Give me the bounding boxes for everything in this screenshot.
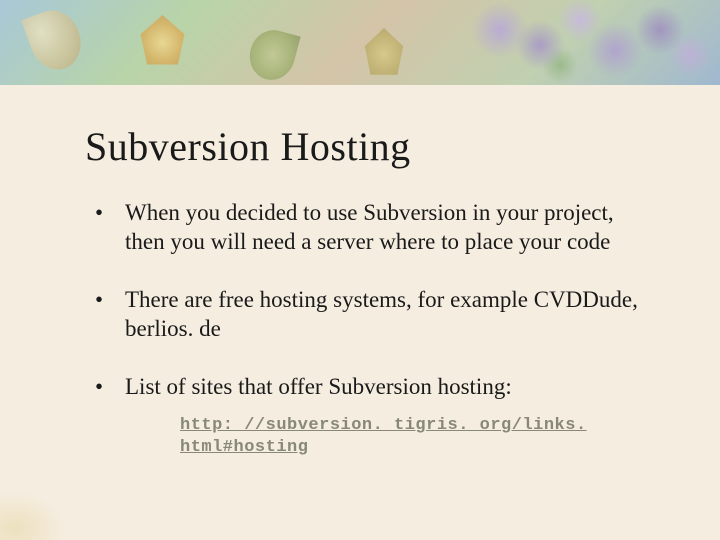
- corner-decoration-icon: [0, 485, 75, 540]
- flower-decoration-icon: [460, 0, 720, 85]
- maple-leaf-icon: [135, 15, 190, 70]
- hosting-link[interactable]: http: //subversion. tigris. org/links. h…: [180, 415, 655, 459]
- slide-title: Subversion Hosting: [85, 123, 655, 170]
- decorative-banner: [0, 0, 720, 85]
- bullet-item: When you decided to use Subversion in yo…: [85, 198, 655, 257]
- bullet-text: List of sites that offer Subversion host…: [125, 374, 512, 399]
- bullet-item: List of sites that offer Subversion host…: [85, 372, 655, 459]
- bullet-text: When you decided to use Subversion in yo…: [125, 200, 614, 254]
- maple-leaf-icon: [360, 28, 408, 80]
- slide-content: Subversion Hosting When you decided to u…: [0, 85, 720, 507]
- leaf-decoration-icon: [21, 3, 89, 76]
- bullet-item: There are free hosting systems, for exam…: [85, 285, 655, 344]
- bullet-text: There are free hosting systems, for exam…: [125, 287, 638, 341]
- bullet-list: When you decided to use Subversion in yo…: [85, 198, 655, 459]
- leaf-decoration-icon: [244, 25, 300, 85]
